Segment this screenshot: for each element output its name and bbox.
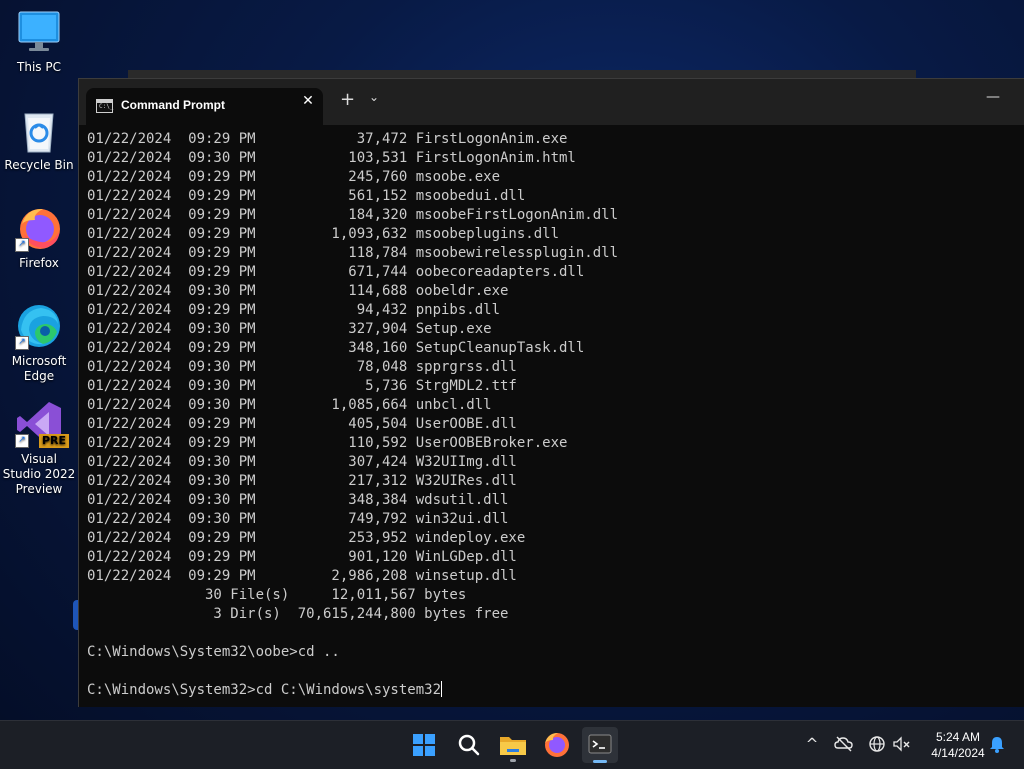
desktop-icon-label: Microsoft Edge: [11, 354, 67, 383]
desktop-icon-label: This PC: [17, 60, 61, 74]
console-line: 01/22/2024 09:30 PM 1,085,664 unbcl.dll: [87, 397, 492, 413]
active-indicator: [593, 760, 607, 763]
console-line: 01/22/2024 09:29 PM 245,760 msoobe.exe: [87, 169, 501, 185]
command-prompt-icon: C:\_: [96, 99, 113, 113]
folder-icon: [500, 737, 526, 755]
desktop-icon-recycle-bin[interactable]: Recycle Bin: [2, 106, 76, 173]
console-line: 01/22/2024 09:30 PM 5,736 StrgMDL2.ttf: [87, 378, 517, 394]
console-line: 01/22/2024 09:30 PM 307,424 W32UIImg.dll: [87, 454, 517, 470]
preview-badge: PRE: [38, 434, 69, 448]
desktop-icon-microsoft-edge[interactable]: ↗ Microsoft Edge: [2, 302, 76, 384]
visual-studio-icon: PRE ↗: [15, 400, 69, 448]
text-cursor: [441, 681, 443, 697]
console-line: C:\Windows\System32\oobe>cd ..: [87, 644, 340, 660]
console-line: 01/22/2024 09:29 PM 901,120 WinLGDep.dll: [87, 549, 517, 565]
taskbar-terminal[interactable]: [582, 727, 618, 763]
taskbar: ^ 5:24 AM 4/14/2024: [0, 720, 1024, 769]
terminal-window[interactable]: C:\_ Command Prompt ✕ + ⌄ — 01/22/2024 0…: [78, 78, 1024, 707]
console-line: 30 File(s) 12,011,567 bytes: [87, 587, 467, 603]
volume-muted-icon[interactable]: [891, 734, 913, 759]
shortcut-arrow-icon: ↗: [15, 238, 29, 252]
desktop-icon-firefox[interactable]: ↗ Firefox: [2, 204, 76, 271]
shortcut-arrow-icon: ↗: [15, 434, 29, 448]
desktop-icon-this-pc[interactable]: This PC: [2, 8, 76, 75]
windows-logo-icon: [413, 734, 435, 756]
console-line: 01/22/2024 09:29 PM 2,986,208 winsetup.d…: [87, 568, 517, 584]
tab-title: Command Prompt: [121, 98, 226, 112]
monitor-icon: [15, 8, 63, 56]
console-line: 01/22/2024 09:30 PM 217,312 W32UIRes.dll: [87, 473, 517, 489]
desktop-icon-label: Visual Studio 2022 Preview: [2, 452, 76, 496]
chevron-down-icon[interactable]: ⌄: [369, 90, 379, 104]
console-line: 01/22/2024 09:29 PM 348,160 SetupCleanup…: [87, 340, 585, 356]
console-line: 01/22/2024 09:30 PM 114,688 oobeldr.exe: [87, 283, 509, 299]
desktop-icon-label: Recycle Bin: [4, 158, 74, 172]
console-output[interactable]: 01/22/2024 09:29 PM 37,472 FirstLogonAni…: [87, 130, 1019, 707]
terminal-icon: [588, 734, 612, 754]
tab-command-prompt[interactable]: C:\_ Command Prompt ✕: [86, 88, 323, 125]
console-line: 01/22/2024 09:29 PM 405,504 UserOOBE.dll: [87, 416, 517, 432]
firefox-icon: ↗: [15, 204, 63, 252]
firefox-icon: [545, 733, 569, 757]
title-bar[interactable]: C:\_ Command Prompt ✕ + ⌄ —: [79, 79, 1024, 125]
console-line: 01/22/2024 09:29 PM 37,472 FirstLogonAni…: [87, 131, 568, 147]
new-tab-button[interactable]: +: [340, 90, 355, 110]
console-line: 01/22/2024 09:29 PM 671,744 oobecoreadap…: [87, 264, 585, 280]
recycle-bin-icon: [15, 106, 63, 154]
network-globe-icon[interactable]: [866, 734, 888, 759]
console-line: 01/22/2024 09:29 PM 561,152 msoobedui.dl…: [87, 188, 526, 204]
desktop-icon-label: Firefox: [19, 256, 59, 270]
console-line: 01/22/2024 09:30 PM 749,792 win32ui.dll: [87, 511, 509, 527]
command-input-line[interactable]: C:\Windows\System32>cd C:\Windows\system…: [87, 681, 1019, 700]
shortcut-arrow-icon: ↗: [15, 336, 29, 350]
taskbar-firefox[interactable]: [539, 727, 575, 763]
onedrive-icon[interactable]: [833, 734, 855, 759]
console-line: 01/22/2024 09:30 PM 348,384 wdsutil.dll: [87, 492, 509, 508]
edge-icon: ↗: [15, 302, 63, 350]
desktop-icon-visual-studio[interactable]: PRE ↗ Visual Studio 2022 Preview: [2, 400, 76, 497]
search-icon: [458, 734, 480, 756]
notification-bell-icon[interactable]: [986, 734, 1008, 759]
console-line: 01/22/2024 09:29 PM 94,432 pnpibs.dll: [87, 302, 501, 318]
chevron-up-icon[interactable]: ^: [801, 734, 823, 754]
current-input: C:\Windows\System32>cd C:\Windows\system…: [87, 682, 442, 698]
console-line: 01/22/2024 09:29 PM 184,320 msoobeFirstL…: [87, 207, 619, 223]
console-line: 01/22/2024 09:29 PM 110,592 UserOOBEBrok…: [87, 435, 568, 451]
minimize-button[interactable]: —: [983, 89, 1003, 105]
console-line: 01/22/2024 09:30 PM 327,904 Setup.exe: [87, 321, 492, 337]
close-tab-icon[interactable]: ✕: [298, 93, 318, 109]
console-line: 01/22/2024 09:29 PM 1,093,632 msoobeplug…: [87, 226, 560, 242]
console-line: 01/22/2024 09:30 PM 103,531 FirstLogonAn…: [87, 150, 576, 166]
console-line: 01/22/2024 09:29 PM 118,784 msoobewirele…: [87, 245, 619, 261]
search-button[interactable]: [451, 727, 487, 763]
taskbar-file-explorer[interactable]: [495, 727, 531, 763]
console-line: 01/22/2024 09:30 PM 78,048 spprgrss.dll: [87, 359, 517, 375]
console-line: 01/22/2024 09:29 PM 253,952 windeploy.ex…: [87, 530, 526, 546]
running-indicator: [510, 759, 516, 762]
console-line: 3 Dir(s) 70,615,244,800 bytes free: [87, 606, 509, 622]
start-button[interactable]: [406, 727, 442, 763]
